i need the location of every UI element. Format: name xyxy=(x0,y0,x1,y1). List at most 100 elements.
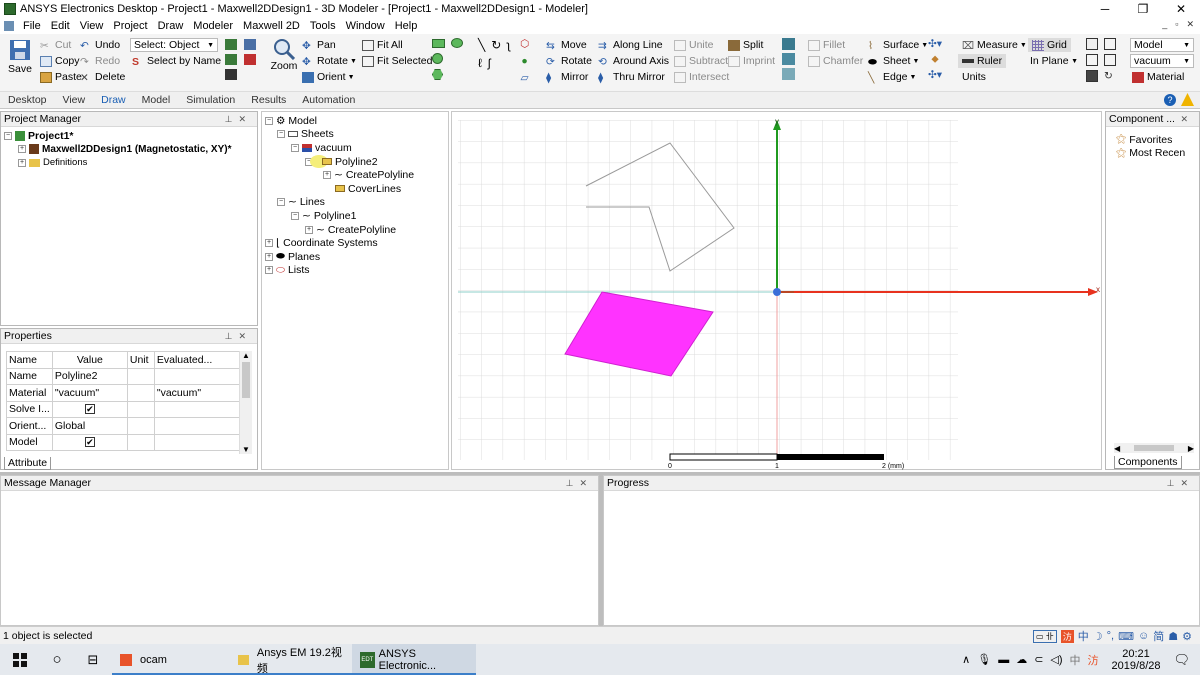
network-icon[interactable]: ☁ xyxy=(1016,653,1027,666)
line-icon[interactable]: ╲ xyxy=(478,38,485,52)
menu-view[interactable]: View xyxy=(75,20,109,32)
user-icon[interactable]: ☺ xyxy=(1138,630,1149,642)
plane-icon[interactable]: ⏥ xyxy=(521,72,529,84)
split-button[interactable]: Split xyxy=(728,39,763,51)
fit-selected-button[interactable]: Fit Selected xyxy=(362,55,432,67)
thicken-icon[interactable] xyxy=(782,53,795,65)
battery-icon[interactable]: ▬ xyxy=(998,654,1009,666)
tree-item-vacuum[interactable]: − vacuum xyxy=(265,141,448,155)
rectangle-icon[interactable] xyxy=(432,38,445,48)
snap-vertex-icon[interactable] xyxy=(1104,38,1116,50)
menu-maxwell2d[interactable]: Maxwell 2D xyxy=(238,20,305,32)
tree-item-polyline1[interactable]: − ∼ Polyline1 xyxy=(265,209,448,223)
filter-multi-icon[interactable] xyxy=(225,69,237,80)
surface-dropdown[interactable]: ⌇ Surface ▼ xyxy=(868,39,928,52)
tree-item-polyline2[interactable]: − Polyline2 xyxy=(265,155,448,169)
volume-icon[interactable]: ◁) xyxy=(1050,653,1062,666)
tree-item-lists[interactable]: + ⬭ Lists xyxy=(265,264,448,278)
measure-dropdown[interactable]: ⌧ Measure ▼ xyxy=(962,39,1027,52)
tab-view[interactable]: View xyxy=(55,94,94,106)
tab-model[interactable]: Model xyxy=(134,94,179,106)
save-button[interactable]: Save xyxy=(6,39,34,75)
mdi-close-icon[interactable]: ✕ xyxy=(1186,19,1194,30)
microphone-icon[interactable]: 🎙 xyxy=(977,653,991,666)
point-icon[interactable]: ʃ xyxy=(488,56,491,70)
equation-curve-icon[interactable]: ℓ xyxy=(478,56,482,70)
search-circle-icon[interactable]: ○ xyxy=(40,644,74,675)
select-mode-dropdown[interactable]: Select: Object ▼ xyxy=(130,38,218,52)
filter-object-icon[interactable] xyxy=(225,39,237,50)
maximize-button[interactable]: ❐ xyxy=(1124,0,1162,18)
material-button[interactable]: Material xyxy=(1132,71,1184,83)
snap-arc-icon[interactable]: ↻ xyxy=(1104,70,1116,82)
panel-pin-close-icons[interactable]: ⊥✕ xyxy=(225,331,252,342)
fit-all-button[interactable]: Fit All xyxy=(362,39,403,51)
tree-item-project[interactable]: − Project1* xyxy=(4,129,257,143)
clock[interactable]: 20:21 2019/8/28 xyxy=(1106,648,1167,672)
simplified-icon[interactable]: 简 xyxy=(1153,628,1164,644)
snap-edge-icon[interactable] xyxy=(1086,54,1098,66)
model-checkbox[interactable]: ✔ xyxy=(84,437,95,448)
tree-item-design[interactable]: + Maxwell2DDesign1 (Magnetostatic, XY)* xyxy=(4,143,257,157)
tab-components[interactable]: Components xyxy=(1114,456,1182,469)
circle-icon[interactable] xyxy=(432,53,443,64)
menu-project[interactable]: Project xyxy=(108,20,152,32)
component-item-most-recent[interactable]: ⚝ Most Recen xyxy=(1116,147,1196,161)
tree-item-sheets[interactable]: − Sheets xyxy=(265,128,448,142)
face-cs-icon[interactable]: ⬥ xyxy=(931,53,938,66)
ruler-toggle[interactable]: Ruler xyxy=(958,54,1007,68)
panel-pin-close-icons[interactable]: ⊥✕ xyxy=(225,114,252,125)
tree-item-coordinate-systems[interactable]: + ⌊ Coordinate Systems xyxy=(265,236,448,250)
menu-modeler[interactable]: Modeler xyxy=(188,20,238,32)
point-dot-icon[interactable]: ● xyxy=(521,55,527,67)
taskbar-item-ansys-video-folder[interactable]: Ansys EM 19.2视频 xyxy=(230,644,352,675)
table-row[interactable]: Name Polyline2 xyxy=(6,367,242,385)
viewport-canvas[interactable]: y x 0 1 2 (mm) xyxy=(452,112,1103,471)
solve-inside-checkbox[interactable]: ✔ xyxy=(84,404,95,415)
tab-attribute[interactable]: Attribute xyxy=(4,457,52,470)
taskbar-item-ocam[interactable]: ocam xyxy=(112,644,230,675)
subtract-button[interactable]: Subtract xyxy=(674,55,728,67)
unite-button[interactable]: Unite xyxy=(674,39,714,51)
arc-icon[interactable]: ↻ xyxy=(491,38,501,52)
settings-gear-icon[interactable]: ⚙ xyxy=(1182,630,1192,643)
panel-pin-close-icons[interactable]: ⊥✕ xyxy=(566,478,593,489)
redo-button[interactable]: ↷ Redo xyxy=(80,55,120,68)
orient-button[interactable]: Orient ▼ xyxy=(302,71,355,83)
ime-logo-icon[interactable]: 汸 xyxy=(1060,629,1074,643)
mirror-button[interactable]: ⧫ Mirror xyxy=(546,71,588,84)
table-row[interactable]: Solve I... ✔ xyxy=(6,400,242,418)
panel-close-icon[interactable]: ✕ xyxy=(1180,114,1194,125)
properties-scrollbar[interactable]: ▲ ▼ xyxy=(239,351,252,454)
menu-tools[interactable]: Tools xyxy=(305,20,341,32)
snap-grid-icon[interactable] xyxy=(1086,38,1098,50)
tree-item-create-polyline-2[interactable]: + ∼ CreatePolyline xyxy=(265,223,448,237)
mdi-restore-icon[interactable]: ▫ xyxy=(1175,19,1178,30)
task-view-icon[interactable]: ⊟ xyxy=(74,644,112,675)
modeler-viewport[interactable]: y x 0 1 2 (mm) xyxy=(451,111,1102,470)
tray-chevron-up-icon[interactable]: ∧ xyxy=(962,653,970,666)
grid-toggle[interactable]: Grid xyxy=(1028,38,1071,52)
tree-item-planes[interactable]: + ⬬ Planes xyxy=(265,250,448,264)
cut-button[interactable]: ✂ Cut xyxy=(40,39,71,52)
skin-icon[interactable]: ☗ xyxy=(1168,630,1178,643)
tree-item-lines[interactable]: − ∼ Lines xyxy=(265,196,448,210)
pan-button[interactable]: ✥ Pan xyxy=(302,39,336,52)
grid-plane-dropdown[interactable]: In Plane ▼ xyxy=(1030,55,1078,67)
menu-draw[interactable]: Draw xyxy=(153,20,189,32)
tab-simulation[interactable]: Simulation xyxy=(178,94,243,106)
start-button[interactable] xyxy=(0,644,40,675)
filter-edge-icon[interactable] xyxy=(225,54,237,65)
mdi-icon[interactable] xyxy=(4,21,14,31)
model-type-dropdown[interactable]: Model ▼ xyxy=(1130,38,1194,52)
paste-button[interactable]: Paste xyxy=(40,71,82,83)
tab-automation[interactable]: Automation xyxy=(294,94,363,106)
ellipse-icon[interactable] xyxy=(451,38,463,48)
move-button[interactable]: ⇆ Move xyxy=(546,39,587,52)
object-cs-icon[interactable]: ✣▾ xyxy=(928,69,942,81)
component-item-favorites[interactable]: ⚝ Favorites xyxy=(1116,133,1196,147)
table-row[interactable]: Material "vacuum" "vacuum" xyxy=(6,384,242,402)
minimize-button[interactable]: ─ xyxy=(1086,0,1124,18)
table-row[interactable]: Orient... Global xyxy=(6,417,242,435)
ime-mode-icon[interactable]: ▭ 卝 xyxy=(1032,629,1057,643)
